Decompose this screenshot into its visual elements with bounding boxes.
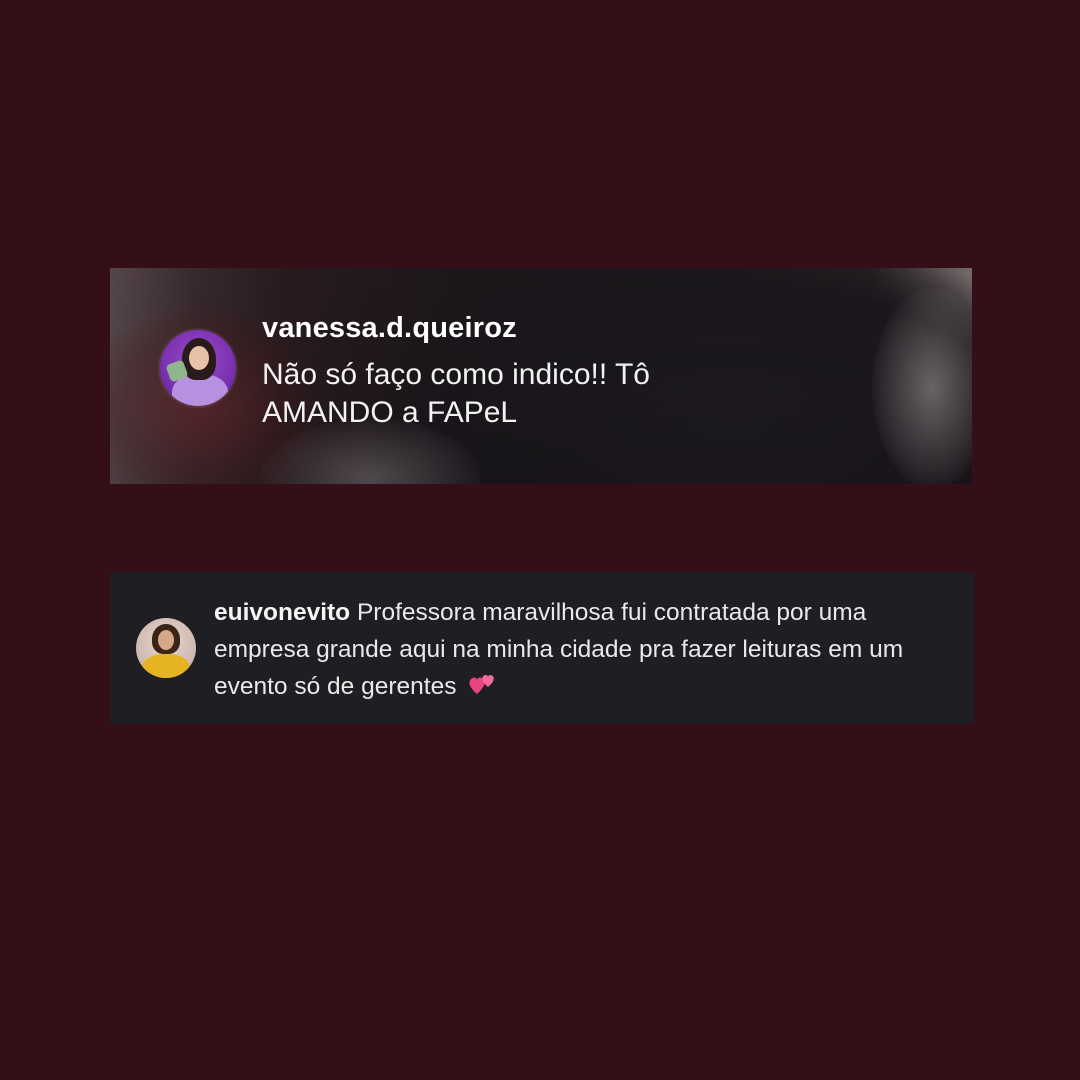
avatar[interactable] [160, 330, 236, 406]
avatar-body [142, 654, 190, 678]
comment-body: euivonevito Professora maravilhosa fui c… [214, 594, 954, 705]
avatar-face [158, 630, 174, 650]
avatar[interactable] [136, 618, 196, 678]
two-hearts-icon [467, 672, 497, 698]
comment-username[interactable]: euivonevito [214, 599, 350, 626]
comment-username[interactable]: vanessa.d.queiroz [262, 312, 517, 345]
feed-comment-card: euivonevito Professora maravilhosa fui c… [110, 572, 974, 724]
live-comment-card: vanessa.d.queiroz Não só faço como indic… [110, 268, 972, 484]
avatar-face [189, 346, 209, 370]
comment-text: Não só faço como indico!! Tô AMANDO a FA… [262, 358, 650, 429]
